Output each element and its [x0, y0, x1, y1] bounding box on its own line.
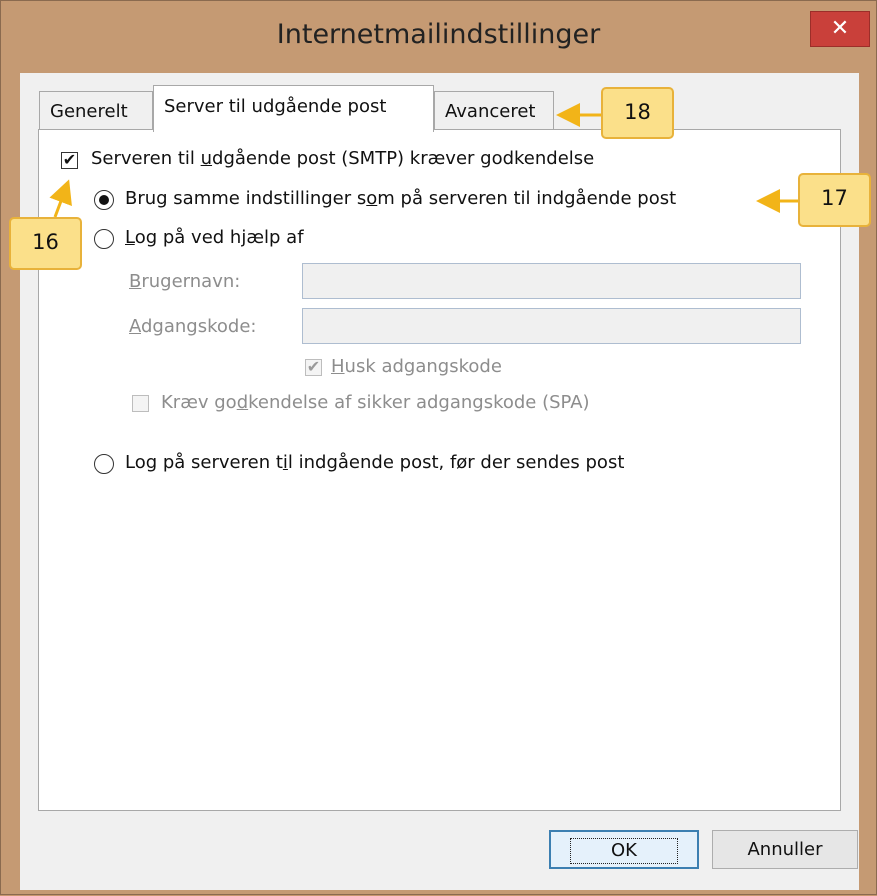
annotation-arrows — [49, 103, 798, 218]
callout-18: 18 — [601, 87, 674, 139]
callout-17: 17 — [798, 173, 871, 227]
tab-server-til-udgaaende-post[interactable]: Server til udgående post — [153, 85, 434, 132]
callout-16: 16 — [9, 217, 82, 270]
tab-label: Server til udgående post — [164, 96, 387, 117]
arrow-16 — [49, 179, 72, 218]
dialog-window: Internetmailindstillinger ✕ Generelt Ser… — [0, 0, 877, 895]
